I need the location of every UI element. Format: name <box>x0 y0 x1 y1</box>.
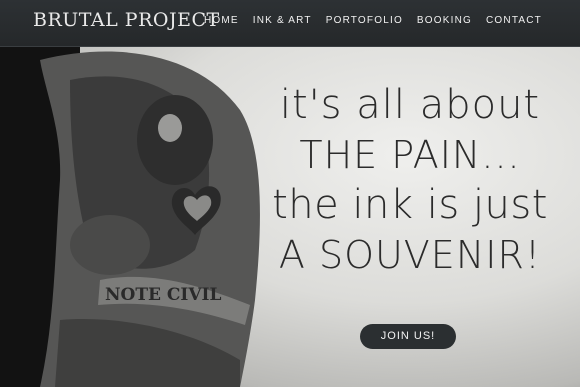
nav-portfolio[interactable]: PORTOFOLIO <box>326 15 403 26</box>
tattoo-banner-text: NOTE CIVIL <box>105 285 221 305</box>
top-navigation-bar: BRUTAL PROJECT HOME INK & ART PORTOFOLIO… <box>0 0 580 47</box>
headline-line-3: the ink is just <box>272 182 548 228</box>
headline-line-2: THE PAIN... <box>299 133 521 177</box>
main-nav: HOME INK & ART PORTOFOLIO BOOKING CONTAC… <box>204 15 542 26</box>
nav-home[interactable]: HOME <box>204 15 239 26</box>
hero-page: NOTE CIVIL BRUTAL PROJECT HOME INK & ART… <box>0 0 580 387</box>
nav-contact[interactable]: CONTACT <box>486 15 542 26</box>
hero-headline: it's all about THE PAIN... the ink is ju… <box>255 80 565 280</box>
brand-logo[interactable]: BRUTAL PROJECT <box>33 9 220 31</box>
headline-line-1: it's all about <box>279 82 541 128</box>
headline-line-4: A SOUVENIR! <box>278 233 542 277</box>
nav-booking[interactable]: BOOKING <box>417 15 472 26</box>
join-us-button[interactable]: JOIN US! <box>360 324 456 349</box>
nav-ink-art[interactable]: INK & ART <box>253 15 312 26</box>
